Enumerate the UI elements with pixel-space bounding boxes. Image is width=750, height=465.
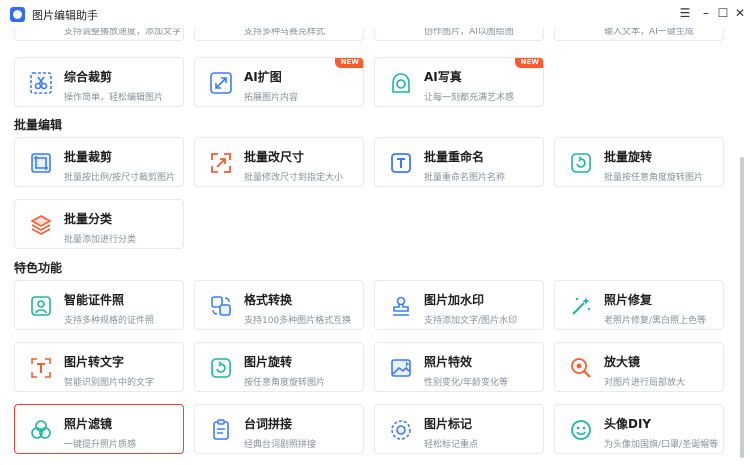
tool-name: 图片转文字 bbox=[64, 355, 125, 369]
app-title: 图片编辑助手 bbox=[32, 9, 98, 22]
tool-card[interactable]: 图片转文字智能识别图片中的文字 bbox=[14, 342, 184, 392]
new-badge: NEW bbox=[514, 58, 543, 68]
tool-card[interactable]: 照片特效性别变化/年龄变化等 bbox=[374, 342, 544, 392]
tool-name: 头像DIY bbox=[604, 417, 652, 431]
close-icon[interactable]: ✕ bbox=[731, 4, 749, 22]
tool-description: 性别变化/年龄变化等 bbox=[424, 378, 509, 388]
watermark-stamp-icon bbox=[389, 294, 413, 318]
tool-name: 批量旋转 bbox=[604, 150, 653, 164]
tool-description: 老照片修复/黑白照上色等 bbox=[604, 316, 707, 326]
tool-card[interactable]: 智能证件照支持多种规格的证件照 bbox=[14, 280, 184, 330]
tool-name: AI写真 bbox=[424, 70, 462, 84]
tool-description: 让每一刻都充满艺术感 bbox=[424, 93, 515, 103]
tool-card[interactable]: 综合裁剪操作简单，轻松编辑图片 bbox=[14, 57, 184, 107]
tool-name: 批量重命名 bbox=[424, 150, 485, 164]
tool-card[interactable]: 批量旋转批量按任意角度旋转图片 bbox=[554, 137, 724, 187]
tool-card[interactable]: 批量分类批量添加进行分类 bbox=[14, 199, 184, 249]
id-photo-icon bbox=[29, 294, 53, 318]
tool-name: 图片旋转 bbox=[244, 355, 293, 369]
maximize-icon[interactable]: ☐ bbox=[714, 4, 732, 22]
new-badge: NEW bbox=[334, 58, 363, 68]
tool-description: 支持添加文字/图片水印 bbox=[424, 316, 518, 326]
tool-card[interactable]: 图片旋转按任意角度旋转图片 bbox=[194, 342, 364, 392]
tool-name: 图片加水印 bbox=[424, 293, 485, 307]
tool-card[interactable]: 批量裁剪批量按比例/按尺寸裁剪图片 bbox=[14, 137, 184, 187]
tool-description: 智能识别图片中的文字 bbox=[64, 378, 155, 388]
smiley-icon bbox=[569, 418, 593, 442]
scrollbar-thumb[interactable] bbox=[740, 157, 744, 458]
tool-description: 批量添加进行分类 bbox=[64, 235, 137, 245]
rename-icon bbox=[389, 151, 413, 175]
menu-icon[interactable]: ☰ bbox=[676, 4, 694, 22]
filter-circles-icon bbox=[29, 418, 53, 442]
tool-description: 批量按比例/按尺寸裁剪图片 bbox=[64, 173, 176, 183]
tool-description: 批量修改尺寸到指定大小 bbox=[244, 173, 344, 183]
tool-name: 台词拼接 bbox=[244, 417, 293, 431]
tool-name: 批量裁剪 bbox=[64, 150, 113, 164]
layers-icon bbox=[29, 213, 53, 237]
section-title: 特色功能 bbox=[14, 261, 63, 275]
tool-name: 照片修复 bbox=[604, 293, 653, 307]
tool-name: 图片标记 bbox=[424, 417, 473, 431]
tool-card[interactable]: 格式转换支持100多种图片格式互换 bbox=[194, 280, 364, 330]
tool-name: 批量分类 bbox=[64, 212, 113, 226]
tool-description: 批量重命名图片名称 bbox=[424, 173, 506, 183]
tool-name: 照片特效 bbox=[424, 355, 473, 369]
section-title: 批量编辑 bbox=[14, 118, 63, 132]
tool-card[interactable]: 照片滤镜一键提升照片质感 bbox=[14, 404, 184, 454]
title-bar: 图片编辑助手 ☰ – ☐ ✕ bbox=[0, 0, 750, 28]
tool-name: 批量改尺寸 bbox=[244, 150, 305, 164]
magnifier-icon bbox=[569, 356, 593, 380]
tool-description: 支持100多种图片格式互换 bbox=[244, 316, 352, 326]
tool-name: 格式转换 bbox=[244, 293, 293, 307]
tool-name: AI扩图 bbox=[244, 70, 282, 84]
rotate-image-icon bbox=[209, 356, 233, 380]
tool-card[interactable]: 头像DIY 为头像加国旗/口罩/圣诞帽等 bbox=[554, 404, 724, 454]
tool-card[interactable]: 批量重命名批量重命名图片名称 bbox=[374, 137, 544, 187]
rotate-icon bbox=[569, 151, 593, 175]
tool-description: 经典台词剧照拼接 bbox=[244, 440, 317, 450]
tool-name: 照片滤镜 bbox=[64, 417, 113, 431]
target-mark-icon bbox=[389, 418, 413, 442]
tool-card[interactable]: 照片修复老照片修复/黑白照上色等 bbox=[554, 280, 724, 330]
tool-description: 对图片进行局部放大 bbox=[604, 378, 686, 388]
tool-description: 拓展图片内容 bbox=[244, 93, 299, 103]
tool-card[interactable]: AI扩图拓展图片内容 NEW bbox=[194, 57, 364, 107]
tool-description: 为头像加国旗/口罩/圣诞帽等 bbox=[604, 440, 719, 450]
tool-grid: 支持调整播放速度，添加文字 支持多种马赛克样式 创作图片，AI以图绘图 输入文本，AI… bbox=[0, 0, 750, 465]
tool-card[interactable]: 图片标记轻松标记重点 bbox=[374, 404, 544, 454]
expand-arrows-icon bbox=[209, 71, 233, 95]
format-convert-icon bbox=[209, 294, 233, 318]
tool-description: 按任意角度旋转图片 bbox=[244, 378, 326, 388]
magic-wand-icon bbox=[569, 294, 593, 318]
tool-card[interactable]: 图片加水印支持添加文字/图片水印 bbox=[374, 280, 544, 330]
resize-icon bbox=[209, 151, 233, 175]
text-ocr-icon bbox=[29, 356, 53, 380]
portrait-icon bbox=[389, 71, 413, 95]
tool-name: 综合裁剪 bbox=[64, 70, 113, 84]
tool-card[interactable]: AI写真让每一刻都充满艺术感 NEW bbox=[374, 57, 544, 107]
image-effect-icon bbox=[389, 356, 413, 380]
tool-card[interactable]: 批量改尺寸批量修改尺寸到指定大小 bbox=[194, 137, 364, 187]
tool-description: 批量按任意角度旋转图片 bbox=[604, 173, 704, 183]
tool-description: 操作简单，轻松编辑图片 bbox=[64, 93, 164, 103]
clipboard-icon bbox=[209, 418, 233, 442]
crop-scissors-icon bbox=[29, 71, 53, 95]
tool-description: 支持多种规格的证件照 bbox=[64, 316, 155, 326]
tool-name: 智能证件照 bbox=[64, 293, 125, 307]
tool-description: 一键提升照片质感 bbox=[64, 440, 137, 450]
minimize-icon[interactable]: – bbox=[697, 4, 715, 22]
tool-card[interactable]: 台词拼接经典台词剧照拼接 bbox=[194, 404, 364, 454]
batch-crop-icon bbox=[29, 151, 53, 175]
tool-card[interactable]: 放大镜对图片进行局部放大 bbox=[554, 342, 724, 392]
tool-description: 轻松标记重点 bbox=[424, 440, 479, 450]
app-logo-icon bbox=[10, 7, 25, 22]
tool-name: 放大镜 bbox=[604, 355, 641, 369]
